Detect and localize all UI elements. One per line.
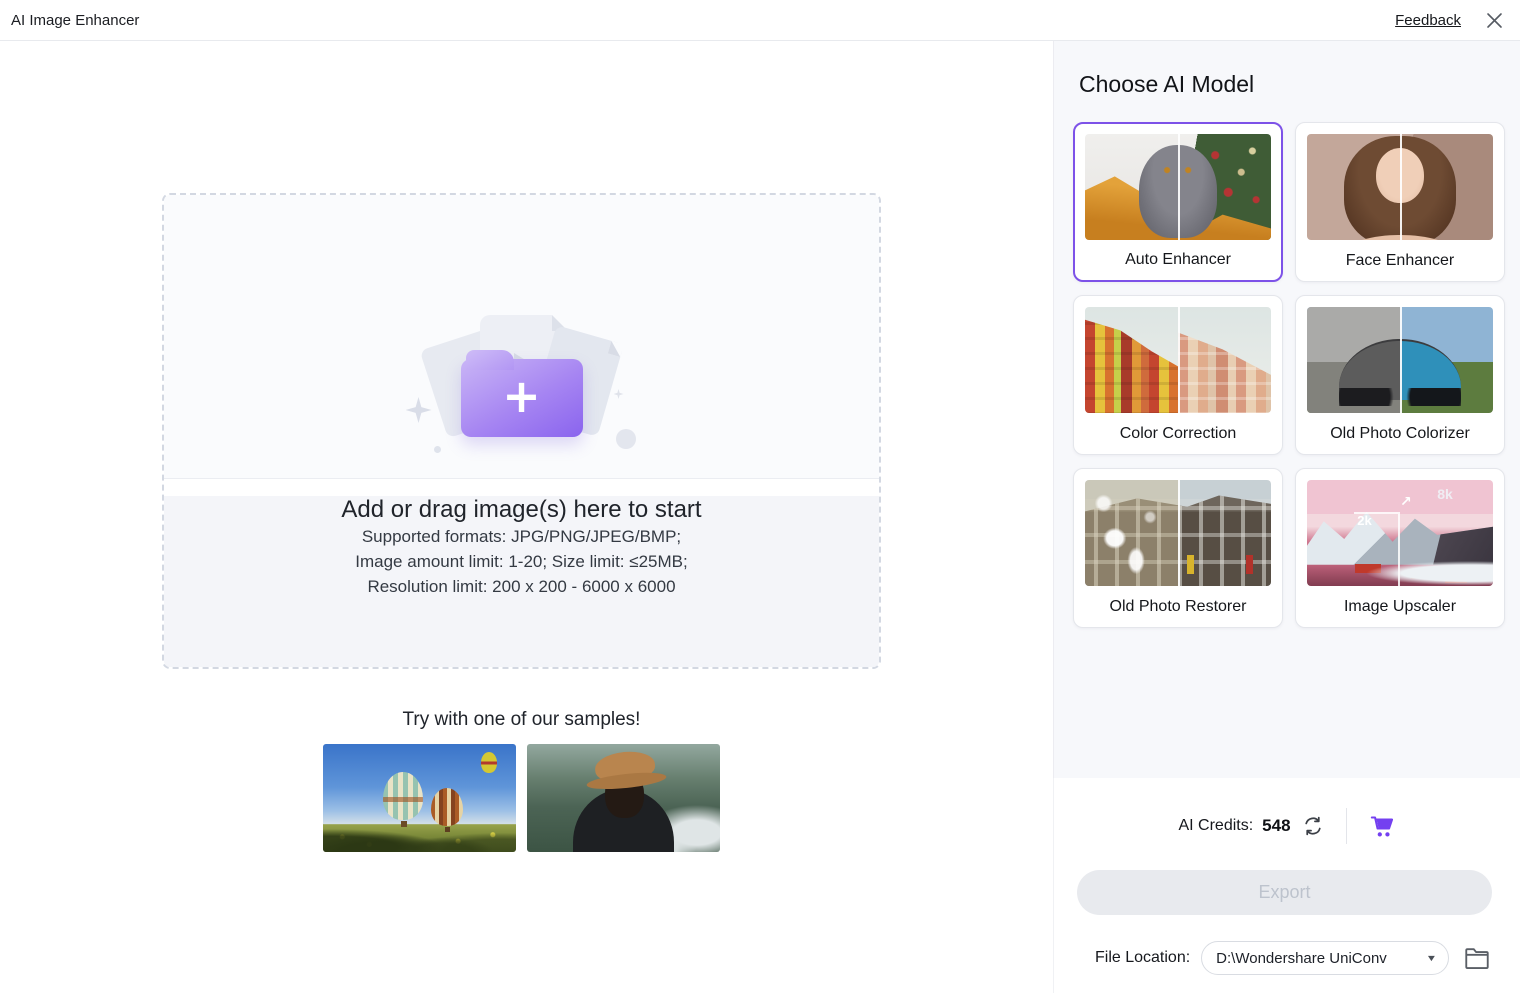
open-folder-icon[interactable] [1463,945,1491,971]
dropzone-resolution: Resolution limit: 200 x 200 - 6000 x 600… [367,577,676,596]
samples-title: Try with one of our samples! [402,709,641,730]
resolution-badge-2k: 2k [1357,512,1372,528]
close-icon[interactable] [1485,11,1504,30]
model-label: Old Photo Colorizer [1330,425,1470,442]
dot-decor [433,446,441,453]
resolution-badge-8k: 8k [1437,486,1453,503]
dropzone-formats: Supported formats: JPG/PNG/JPEG/BMP; [361,527,682,546]
dropzone-title: Add or drag image(s) here to start [341,496,702,523]
export-panel: AI Credits: 548 Export File Location: D:… [1053,778,1520,993]
panel-title: Choose AI Model [1079,71,1255,97]
sample-image-balloons[interactable] [323,744,516,852]
model-card-face-enhancer[interactable]: Face Enhancer [1295,122,1505,282]
model-preview-image [1307,134,1493,240]
sample-image-woman-hat[interactable] [527,744,720,852]
credits-label: AI Credits: [1178,817,1254,834]
before-after-split-line [1178,480,1180,586]
caret-down-icon: ▼ [1425,953,1438,963]
sparkle-icon [405,397,432,423]
model-card-old-photo-colorizer[interactable]: Old Photo Colorizer [1295,295,1505,455]
model-preview-image [1085,134,1271,240]
upload-illustration: + [405,313,638,455]
sparkle-icon [613,389,624,399]
dropzone-illustration-area: + [164,195,879,479]
model-preview-image [1085,480,1271,586]
art-layer [1085,319,1178,413]
cart-icon[interactable] [1369,813,1396,840]
export-button[interactable]: Export [1077,870,1492,915]
model-preview-image [1085,307,1271,413]
upscale-arrow-icon: ↗ [1400,493,1412,510]
file-location-value: D:\Wondershare UniConv [1216,949,1387,967]
main-area: + Add or drag image(s) here to start Sup… [0,41,1053,993]
before-after-split-line [1178,307,1180,413]
file-location-label: File Location: [1095,949,1191,966]
model-label: Auto Enhancer [1125,251,1231,268]
credits-value: 548 [1262,816,1291,835]
before-after-split-line [1178,134,1180,240]
art-layer [1178,332,1271,413]
model-preview-image: 2k ↗ 8k [1307,480,1493,586]
art-layer [573,771,674,852]
app-title: AI Image Enhancer [11,11,140,29]
model-preview-image [1307,307,1493,413]
model-label: Image Upscaler [1343,598,1457,615]
file-location-row: File Location: D:\Wondershare UniConv ▼ [1054,941,1520,975]
title-bar: AI Image Enhancer Feedback [0,0,1520,41]
add-folder-icon: + [460,350,583,437]
credits-row: AI Credits: 548 [1054,808,1520,844]
before-after-split-line [1400,134,1402,240]
dot-decor [615,429,636,449]
model-panel: Choose AI Model Auto Enhancer Face Enhan… [1053,41,1520,778]
model-grid: Auto Enhancer Face Enhancer Color Correc… [1073,122,1505,628]
plus-icon: + [502,368,541,423]
dropzone-limits: Image amount limit: 1-20; Size limit: ≤2… [355,552,688,571]
ai-image-enhancer-window: AI Image Enhancer Feedback + Add or drag… [0,0,1520,993]
model-card-auto-enhancer[interactable]: Auto Enhancer [1073,122,1283,282]
vertical-divider [1345,808,1347,844]
model-card-old-photo-restorer[interactable]: Old Photo Restorer [1073,468,1283,628]
model-label: Color Correction [1119,425,1237,442]
art-layer [431,788,464,833]
image-dropzone[interactable]: + Add or drag image(s) here to start Sup… [162,193,881,669]
model-card-color-correction[interactable]: Color Correction [1073,295,1283,455]
before-after-split-line [1400,307,1402,413]
model-card-image-upscaler[interactable]: 2k ↗ 8k Image Upscaler [1295,468,1505,628]
model-label: Face Enhancer [1345,252,1455,269]
title-bar-actions: Feedback [1395,11,1504,30]
art-layer [1085,480,1178,586]
dropzone-text-area: Add or drag image(s) here to start Suppo… [164,496,879,667]
feedback-link[interactable]: Feedback [1395,12,1461,29]
art-layer [382,772,423,828]
refresh-icon[interactable] [1302,815,1324,837]
art-layer [1307,554,1493,586]
file-location-dropdown[interactable]: D:\Wondershare UniConv ▼ [1201,941,1450,975]
model-label: Old Photo Restorer [1109,598,1247,615]
art-layer [593,748,656,784]
